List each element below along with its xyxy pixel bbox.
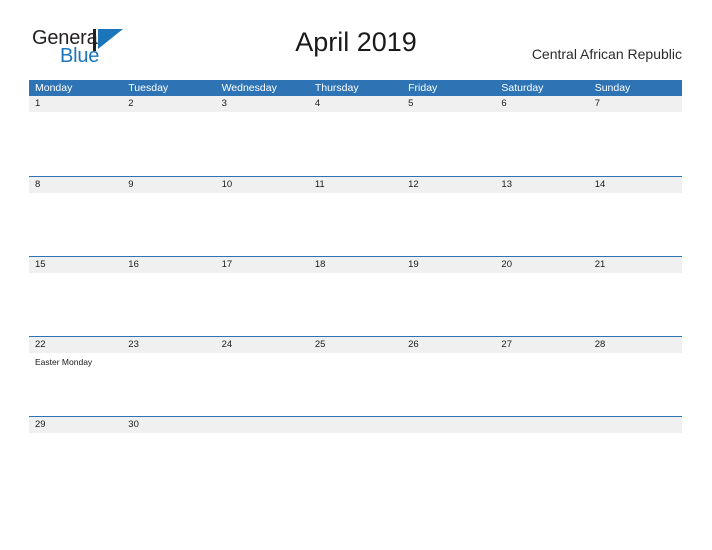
date-number[interactable]: [309, 417, 402, 433]
day-cell[interactable]: [122, 433, 215, 497]
day-cell[interactable]: [495, 112, 588, 176]
calendar-week-row: 8 9 10 11 12 13 14: [29, 176, 682, 257]
day-cell[interactable]: [589, 193, 682, 257]
date-number[interactable]: 11: [309, 177, 402, 193]
day-cell[interactable]: Easter Monday: [29, 353, 122, 417]
day-cell[interactable]: [495, 353, 588, 417]
date-number[interactable]: [589, 417, 682, 433]
day-content-band: [29, 273, 682, 337]
weekday-header-monday: Monday: [35, 82, 73, 94]
date-number[interactable]: 18: [309, 257, 402, 273]
date-number[interactable]: 8: [29, 177, 122, 193]
day-cell[interactable]: [309, 112, 402, 176]
date-number-band: 1234567: [29, 96, 682, 112]
day-cell[interactable]: [29, 273, 122, 337]
date-number[interactable]: 27: [495, 337, 588, 353]
weekday-header-saturday: Saturday: [501, 82, 544, 94]
day-cell[interactable]: [402, 112, 495, 176]
day-cell[interactable]: [309, 353, 402, 417]
date-number[interactable]: [495, 417, 588, 433]
day-content-band: Easter Monday: [29, 353, 682, 417]
day-cell[interactable]: [122, 273, 215, 337]
day-cell[interactable]: [29, 193, 122, 257]
day-cell[interactable]: [309, 193, 402, 257]
date-number[interactable]: 16: [122, 257, 215, 273]
day-cell[interactable]: [309, 273, 402, 337]
date-number[interactable]: 5: [402, 96, 495, 112]
date-number[interactable]: 3: [216, 96, 309, 112]
date-number[interactable]: 30: [122, 417, 215, 433]
date-number[interactable]: [216, 417, 309, 433]
day-cell[interactable]: [122, 112, 215, 176]
date-number[interactable]: 23: [122, 337, 215, 353]
day-cell[interactable]: [29, 433, 122, 497]
date-number[interactable]: 28: [589, 337, 682, 353]
calendar-grid: Monday Tuesday Wednesday Thursday Friday…: [29, 80, 682, 497]
calendar-week-row: 15 16 17 18 19 20 21: [29, 256, 682, 337]
date-number[interactable]: 20: [495, 257, 588, 273]
day-cell[interactable]: [216, 433, 309, 497]
date-number[interactable]: 14: [589, 177, 682, 193]
holiday-label: Easter Monday: [35, 357, 93, 367]
day-cell[interactable]: [29, 112, 122, 176]
date-number[interactable]: 29: [29, 417, 122, 433]
country-label: Central African Republic: [531, 46, 682, 62]
date-number[interactable]: 19: [402, 257, 495, 273]
date-number[interactable]: 22: [29, 337, 122, 353]
date-number[interactable]: [402, 417, 495, 433]
day-cell[interactable]: [402, 433, 495, 497]
day-cell[interactable]: [589, 273, 682, 337]
date-number[interactable]: 4: [309, 96, 402, 112]
day-content-band: [29, 433, 682, 497]
date-number[interactable]: 17: [216, 257, 309, 273]
date-number[interactable]: 10: [216, 177, 309, 193]
date-number[interactable]: 2: [122, 96, 215, 112]
day-cell[interactable]: [402, 273, 495, 337]
weekday-header-friday: Friday: [408, 82, 438, 94]
date-number[interactable]: 24: [216, 337, 309, 353]
date-number[interactable]: 7: [589, 96, 682, 112]
day-cell[interactable]: [495, 273, 588, 337]
calendar-week-row: 29 30: [29, 416, 682, 497]
day-cell[interactable]: [309, 433, 402, 497]
weekday-header-tuesday: Tuesday: [128, 82, 169, 94]
day-cell[interactable]: [495, 193, 588, 257]
day-cell[interactable]: [402, 193, 495, 257]
weekday-header-thursday: Thursday: [314, 82, 359, 94]
date-number[interactable]: 1: [29, 96, 122, 112]
date-number[interactable]: 15: [29, 257, 122, 273]
calendar-week-row: 1234567: [29, 96, 682, 176]
day-cell[interactable]: [216, 193, 309, 257]
date-number[interactable]: 21: [589, 257, 682, 273]
day-cell[interactable]: [495, 433, 588, 497]
date-number-band: 22 23 24 25 26 27 28: [29, 337, 682, 353]
day-cell[interactable]: [122, 193, 215, 257]
date-number-band: 29 30: [29, 417, 682, 433]
day-cell[interactable]: [122, 353, 215, 417]
day-content-band: [29, 193, 682, 257]
day-content-band: [29, 112, 682, 176]
day-cell[interactable]: [216, 112, 309, 176]
date-number[interactable]: 12: [402, 177, 495, 193]
weekday-header-wednesday: Wednesday: [221, 82, 277, 94]
date-number[interactable]: 6: [495, 96, 588, 112]
calendar-week-row: 22 23 24 25 26 27 28 Easter Monday: [29, 336, 682, 417]
day-cell[interactable]: [589, 433, 682, 497]
date-number-band: 8 9 10 11 12 13 14: [29, 177, 682, 193]
date-number[interactable]: 13: [495, 177, 588, 193]
day-cell[interactable]: [402, 353, 495, 417]
weekday-header-row: Monday Tuesday Wednesday Thursday Friday…: [29, 80, 682, 96]
day-cell[interactable]: [589, 353, 682, 417]
day-cell[interactable]: [216, 273, 309, 337]
calendar-weeks: 1 2 3 4 5 6 7 8 9 10 11 12 13 14 15 16 17 18 19 20 21 22 23 24 2…: [29, 96, 682, 497]
date-number[interactable]: 9: [122, 177, 215, 193]
weekday-header-sunday: Sunday: [594, 82, 631, 94]
date-number-band: 15 16 17 18 19 20 21: [29, 257, 682, 273]
date-number[interactable]: 25: [309, 337, 402, 353]
day-cell[interactable]: [216, 353, 309, 417]
page-header: General Blue April 2019 Central African …: [0, 0, 712, 66]
date-number[interactable]: 26: [402, 337, 495, 353]
day-cell[interactable]: [589, 112, 682, 176]
